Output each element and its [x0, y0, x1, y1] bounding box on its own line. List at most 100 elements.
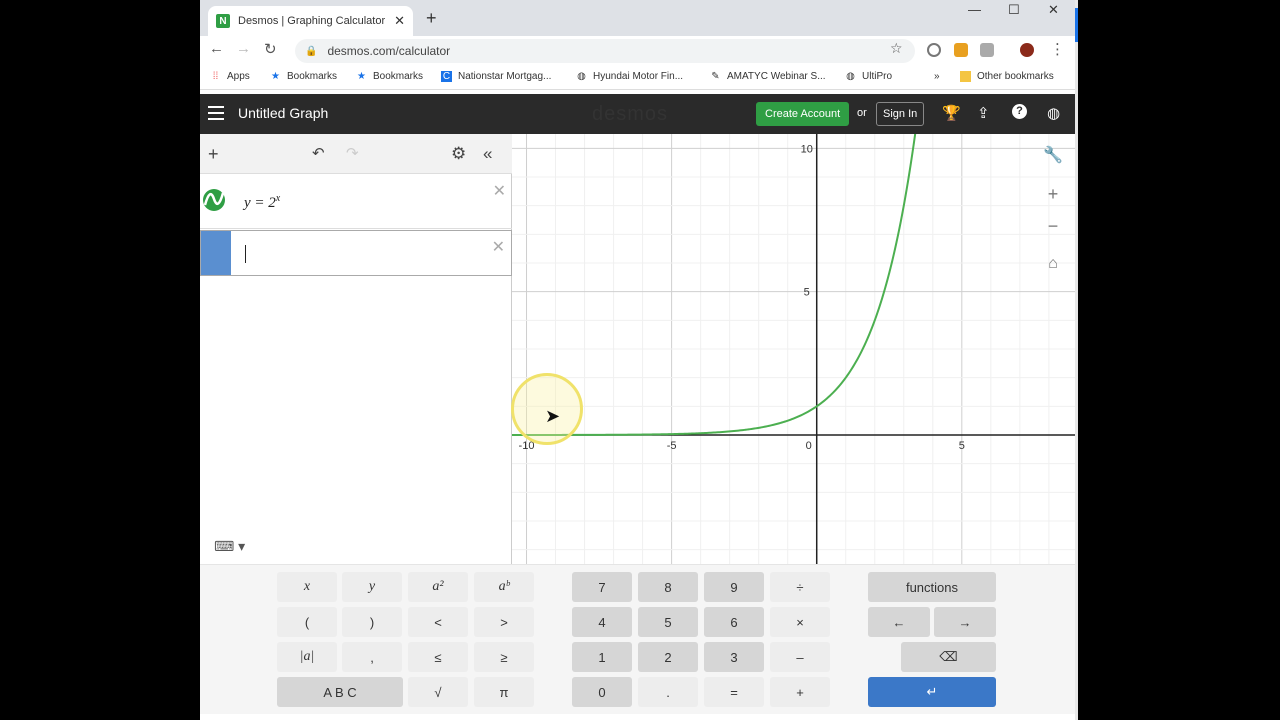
- graph-title[interactable]: Untitled Graph: [238, 105, 328, 121]
- graph-color-icon[interactable]: [200, 175, 230, 229]
- keypad-key[interactable]: (: [277, 607, 337, 637]
- bookmark-item[interactable]: C Nationstar Mortgag...: [441, 71, 551, 82]
- globe-language-icon[interactable]: ◍: [1047, 104, 1060, 122]
- new-tab-icon[interactable]: +: [426, 8, 437, 29]
- menu-dots-icon[interactable]: ⋮: [1050, 40, 1065, 58]
- keypad-key[interactable]: 4: [572, 607, 632, 637]
- browser-tab[interactable]: N Desmos | Graphing Calculator ✕: [208, 6, 413, 36]
- graph-paper[interactable]: -10 -5 0 5 10 5 🔧 + − ⌂: [512, 134, 1075, 564]
- bookmark-item[interactable]: ✎ AMATYC Webinar S...: [710, 71, 825, 82]
- folder-icon: [960, 71, 971, 82]
- forward-icon[interactable]: →: [236, 40, 251, 57]
- keyboard-toggle-icon[interactable]: ⌨ ▾: [214, 538, 245, 555]
- scrollbar-thumb[interactable]: [1075, 8, 1078, 42]
- keypad-key[interactable]: a²: [408, 572, 468, 602]
- bookmarks-bar: ⁞⁞ Apps ★ Bookmarks ★ Bookmarks C Nationstar…: [200, 66, 1078, 90]
- expression-row[interactable]: y = 2x ✕: [200, 175, 512, 229]
- bookmark-item[interactable]: ◍ UltiPro: [845, 71, 892, 82]
- trophy-icon[interactable]: 🏆: [942, 104, 961, 122]
- other-bookmarks[interactable]: Other bookmarks: [960, 71, 1054, 82]
- maximize-icon[interactable]: ☐: [1008, 2, 1020, 18]
- x-tick-label: 0: [806, 440, 812, 452]
- keypad-key[interactable]: 0: [572, 677, 632, 707]
- star-icon: ★: [357, 71, 366, 82]
- home-icon[interactable]: ⌂: [1038, 249, 1068, 279]
- share-icon[interactable]: ⇪: [977, 104, 990, 122]
- keypad-key[interactable]: ÷: [770, 572, 830, 602]
- bookmark-apps[interactable]: ⁞⁞ Apps: [210, 71, 250, 82]
- right-arrow-key[interactable]: →: [934, 607, 996, 637]
- close-window-icon[interactable]: ✕: [1048, 2, 1059, 18]
- y-tick-label: 10: [801, 143, 813, 155]
- keypad-key[interactable]: 8: [638, 572, 698, 602]
- keypad-key[interactable]: 3: [704, 642, 764, 672]
- keypad-key[interactable]: 1: [572, 642, 632, 672]
- expression-toolbar: + ↶ ↷ ⚙ «: [200, 134, 512, 174]
- profile-avatar[interactable]: [1020, 43, 1034, 57]
- keypad-key[interactable]: –: [770, 642, 830, 672]
- extension-icon[interactable]: [980, 43, 994, 57]
- keypad-key[interactable]: 2: [638, 642, 698, 672]
- or-label: or: [857, 107, 867, 119]
- keypad-key[interactable]: 7: [572, 572, 632, 602]
- settings-gear-icon[interactable]: ⚙: [451, 144, 466, 164]
- keypad-key[interactable]: ): [342, 607, 402, 637]
- add-item-icon[interactable]: +: [208, 144, 219, 165]
- address-bar[interactable]: 🔒 desmos.com/calculator: [295, 39, 915, 63]
- zoom-out-icon[interactable]: −: [1038, 211, 1068, 241]
- y-tick-label: 5: [804, 287, 810, 299]
- keypad-key[interactable]: π: [474, 677, 534, 707]
- expression-panel: + ↶ ↷ ⚙ « y = 2x ✕ ✕ ⌨ ▾: [200, 134, 512, 564]
- expression-gutter[interactable]: [201, 231, 231, 275]
- functions-key[interactable]: functions: [868, 572, 996, 602]
- sign-in-button[interactable]: Sign In: [876, 102, 925, 126]
- keypad-key[interactable]: ≥: [474, 642, 534, 672]
- page-scrollbar[interactable]: [1075, 0, 1078, 720]
- backspace-key[interactable]: ⌫: [901, 642, 996, 672]
- graph-settings-wrench-icon[interactable]: 🔧: [1038, 140, 1068, 170]
- back-icon[interactable]: ←: [209, 40, 224, 57]
- bookmarks-overflow[interactable]: »: [934, 71, 940, 82]
- bookmark-item[interactable]: ◍ Hyundai Motor Fin...: [576, 71, 683, 82]
- delete-expression-icon[interactable]: ✕: [493, 181, 506, 201]
- keypad-key[interactable]: ,: [342, 642, 402, 672]
- expression-row-active[interactable]: ✕: [200, 230, 512, 276]
- delete-expression-icon[interactable]: ✕: [492, 237, 505, 257]
- reload-icon[interactable]: ↻: [264, 40, 277, 58]
- hamburger-menu-icon[interactable]: [208, 106, 224, 120]
- bookmark-item[interactable]: ★ Bookmarks: [270, 71, 337, 82]
- extension-icon[interactable]: [927, 43, 941, 57]
- keypad-key[interactable]: |a|: [277, 642, 337, 672]
- keypad-key[interactable]: ×: [770, 607, 830, 637]
- keypad-key[interactable]: y: [342, 572, 402, 602]
- keypad-key[interactable]: x: [277, 572, 337, 602]
- minimize-icon[interactable]: —: [968, 2, 981, 17]
- keypad-key[interactable]: .: [638, 677, 698, 707]
- keypad-key[interactable]: 9: [704, 572, 764, 602]
- keypad-key[interactable]: ≤: [408, 642, 468, 672]
- url-text: desmos.com/calculator: [327, 44, 451, 58]
- keypad-key[interactable]: aᵇ: [474, 572, 534, 602]
- expression-gutter[interactable]: [200, 175, 230, 228]
- left-arrow-key[interactable]: ←: [868, 607, 930, 637]
- keypad-key[interactable]: 5: [638, 607, 698, 637]
- abc-key[interactable]: A B C: [277, 677, 403, 707]
- keypad-key[interactable]: √: [408, 677, 468, 707]
- undo-icon[interactable]: ↶: [312, 144, 325, 162]
- enter-key[interactable]: ↵: [868, 677, 996, 707]
- redo-icon[interactable]: ↷: [346, 144, 359, 162]
- create-account-button[interactable]: Create Account: [756, 102, 850, 126]
- bookmark-star-icon[interactable]: ☆: [890, 40, 903, 57]
- keypad-key[interactable]: 6: [704, 607, 764, 637]
- collapse-panel-icon[interactable]: «: [483, 144, 492, 164]
- tab-close-icon[interactable]: ✕: [394, 13, 405, 29]
- keypad-key[interactable]: =: [704, 677, 764, 707]
- keypad-key[interactable]: >: [474, 607, 534, 637]
- bookmark-item[interactable]: ★ Bookmarks: [356, 71, 423, 82]
- zoom-in-icon[interactable]: +: [1038, 179, 1068, 209]
- keypad-key[interactable]: <: [408, 607, 468, 637]
- keypad-key[interactable]: +: [770, 677, 830, 707]
- help-icon[interactable]: ?: [1012, 104, 1027, 119]
- graph-canvas[interactable]: -10 -5 0 5105: [512, 134, 1075, 564]
- extension-icon[interactable]: [954, 43, 968, 57]
